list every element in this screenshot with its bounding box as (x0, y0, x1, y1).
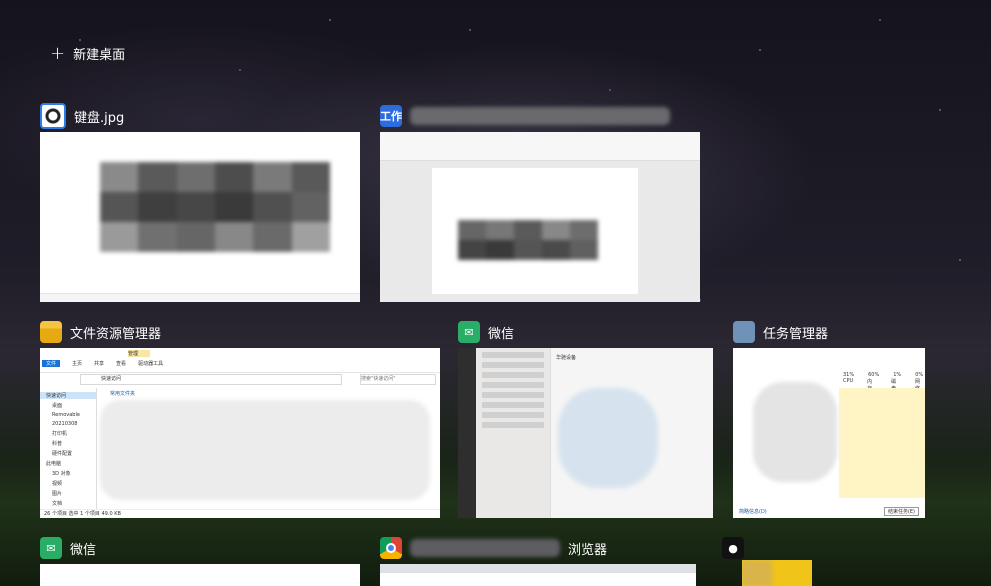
chrome-icon (380, 537, 402, 559)
window-title: 任务管理器 (763, 326, 829, 342)
chat-header: 华驰设备 (556, 355, 577, 361)
search-box: 搜索"快速访问" (360, 374, 436, 385)
ribbon-tab-share: 共享 (94, 361, 105, 367)
nav-item: 科普 (52, 441, 63, 447)
blurred-title (410, 107, 670, 125)
nav-item: 20210308 (52, 421, 78, 427)
chat-list (476, 348, 551, 518)
status-bar: 26 个项目 选中 1 个项目 49.0 KB (40, 509, 440, 518)
nav-item: Removable (52, 412, 80, 418)
process-values (839, 388, 925, 498)
blurred-content (742, 560, 772, 586)
ribbon-toolbar (380, 132, 700, 161)
new-desktop-label: 新建桌面 (73, 48, 126, 63)
plus-icon: + (50, 42, 66, 64)
wechat-icon: ✉ (40, 537, 62, 559)
address-bar: 快速访问 (80, 374, 342, 385)
manage-tab: 管理 (128, 350, 150, 357)
nav-item: 图片 (52, 491, 63, 497)
window-thumbnail (380, 564, 696, 586)
navigation-pane: 快速访问 桌面 Removable 20210308 打印机 科普 硬件配置 此… (40, 388, 97, 510)
window-wechat[interactable]: ✉ 微信 华驰设备 (458, 320, 713, 520)
folder-icon (40, 321, 62, 343)
blurred-chat (558, 388, 658, 488)
ribbon-drive-tools: 驱动器工具 (138, 361, 164, 367)
ribbon-tab-home: 主页 (72, 361, 83, 367)
nav-item: 文档 (52, 501, 63, 507)
window-task-manager[interactable]: 任务管理器 31%60%1%0% CPU内存磁盘网络 简略信息(D) 结束任务(… (733, 320, 925, 520)
blurred-title (410, 539, 560, 557)
image-viewer-icon (40, 103, 66, 129)
tab-strip (380, 564, 696, 573)
pixelated-image (100, 162, 330, 252)
wechat-sidebar (458, 348, 477, 518)
end-task-button: 结束任务(E) (883, 507, 919, 516)
window-thumbnail: 31%60%1%0% CPU内存磁盘网络 简略信息(D) 结束任务(E) (733, 348, 925, 518)
window-title: 微信 (70, 542, 97, 558)
window-title: 键盘.jpg (74, 110, 125, 126)
fewer-details-link: 简略信息(D) (739, 509, 767, 515)
window-file-explorer[interactable]: 文件资源管理器 管理 文件 主页 共享 查看 驱动器工具 快速访问 搜索"快速访… (40, 320, 440, 520)
window-wechat-2[interactable]: ✉ 微信 (40, 536, 360, 586)
window-thumbnail (40, 132, 360, 302)
document-page (432, 168, 638, 294)
window-qq[interactable]: ● (722, 536, 812, 586)
ribbon-tab-file: 文件 (42, 360, 61, 367)
qq-icon: ● (722, 537, 744, 559)
nav-item: 此电脑 (46, 461, 62, 467)
window-title: 浏览器 (568, 542, 608, 558)
section-header: 常用文件夹 (110, 391, 136, 397)
wps-writer-icon: 工作 (380, 105, 402, 127)
nav-item: 打印机 (52, 431, 68, 437)
pixelated-content (458, 220, 598, 260)
window-thumbnail (40, 564, 360, 586)
nav-item: 快速访问 (40, 392, 96, 399)
new-desktop-button[interactable]: + 新建桌面 (50, 44, 125, 63)
window-wps-document[interactable]: 工作 (380, 104, 700, 302)
nav-item: 硬件配置 (52, 451, 73, 457)
window-image-viewer[interactable]: 键盘.jpg (40, 103, 360, 302)
wechat-icon: ✉ (458, 321, 480, 343)
blurred-content (100, 400, 430, 500)
window-title: 文件资源管理器 (70, 326, 162, 342)
status-bar (380, 294, 700, 302)
blurred-process-list (753, 382, 837, 482)
window-title: 微信 (488, 326, 515, 342)
task-manager-icon (733, 321, 755, 343)
window-thumbnail: 华驰设备 (458, 348, 713, 518)
window-thumbnail (380, 132, 700, 302)
window-browser[interactable]: 浏览器 (380, 536, 696, 586)
window-thumbnail (742, 560, 812, 586)
ribbon: 管理 文件 主页 共享 查看 驱动器工具 (40, 348, 440, 373)
ribbon-tab-view: 查看 (116, 361, 127, 367)
nav-item: 视频 (52, 481, 63, 487)
nav-item: 3D 对象 (52, 471, 71, 477)
nav-item: 桌面 (52, 403, 63, 409)
window-thumbnail: 管理 文件 主页 共享 查看 驱动器工具 快速访问 搜索"快速访问" 快速访问 … (40, 348, 440, 518)
viewer-toolbar (40, 293, 360, 302)
